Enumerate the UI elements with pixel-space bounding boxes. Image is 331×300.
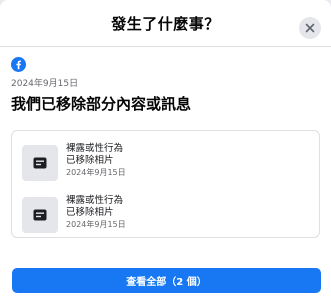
item-thumbnail: [22, 197, 58, 233]
item-reason: 裸露或性行為: [66, 143, 124, 154]
item-date: 2024年9月15日: [66, 220, 126, 229]
message-icon: [33, 157, 47, 169]
view-all-button[interactable]: 查看全部（2 個）: [12, 268, 321, 293]
dialog-title: 發生了什麼事？: [111, 14, 220, 33]
list-item[interactable]: 裸露或性行為 已移除相片 2024年9月15日: [22, 143, 309, 195]
item-date: 2024年9月15日: [66, 168, 126, 177]
notice-title: 我們已移除部分內容或訊息: [11, 95, 192, 113]
close-icon: [305, 23, 315, 33]
item-text: 裸露或性行為 已移除相片 2024年9月15日: [66, 143, 126, 178]
item-status: 已移除相片: [66, 155, 114, 166]
item-text: 裸露或性行為 已移除相片 2024年9月15日: [66, 195, 126, 230]
message-icon: [33, 209, 47, 221]
item-status: 已移除相片: [66, 207, 114, 218]
removed-items-card: 裸露或性行為 已移除相片 2024年9月15日 裸露或性行為 已移除相片 202…: [11, 130, 320, 238]
item-thumbnail: [22, 145, 58, 181]
item-reason: 裸露或性行為: [66, 195, 124, 206]
facebook-logo-icon: [11, 57, 26, 72]
dialog-header: 發生了什麼事？: [0, 0, 331, 47]
dialog-content: 2024年9月15日 我們已移除部分內容或訊息 裸露或性行為 已移除相片 202…: [0, 47, 331, 238]
close-button[interactable]: [299, 17, 321, 39]
removed-content-dialog: 發生了什麼事？ 2024年9月15日 我們已移除部分內容或訊息 裸露或性行為 已…: [0, 0, 331, 300]
notice-date: 2024年9月15日: [11, 79, 79, 89]
list-item[interactable]: 裸露或性行為 已移除相片 2024年9月15日: [22, 195, 309, 247]
